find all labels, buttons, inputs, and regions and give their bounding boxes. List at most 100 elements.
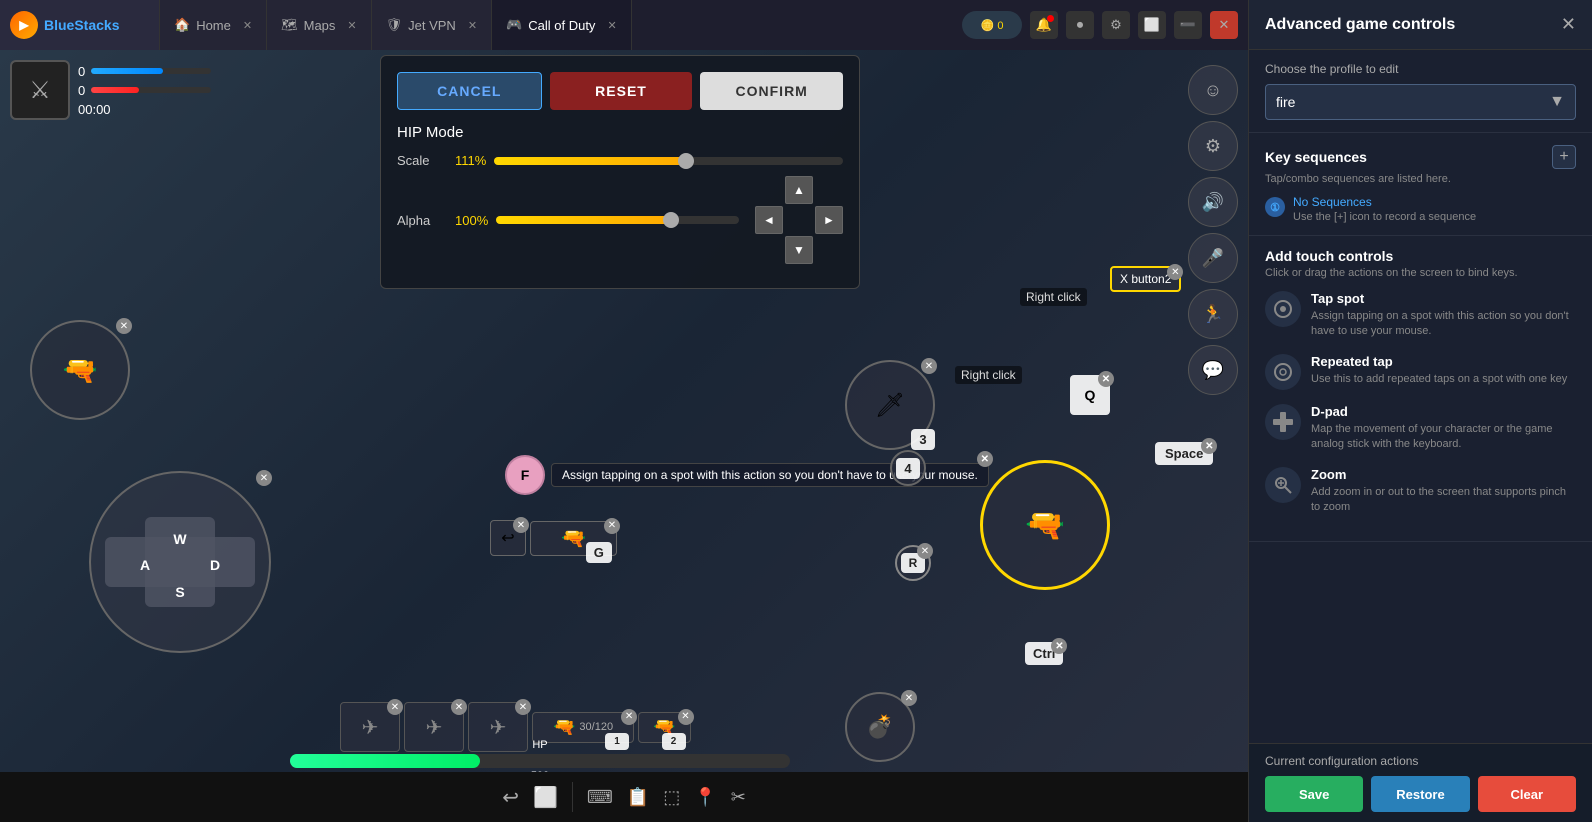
repeated-tap-icon bbox=[1265, 354, 1301, 390]
cancel-button[interactable]: CANCEL bbox=[397, 72, 542, 110]
app-logo: ▶ BlueStacks bbox=[0, 0, 160, 50]
expand-button[interactable]: ⬚ bbox=[663, 787, 680, 808]
key-4-container: 4 bbox=[890, 450, 926, 486]
swap-icon[interactable]: ↩ ✕ bbox=[490, 520, 526, 556]
dpad-left[interactable]: ◄ bbox=[755, 206, 783, 234]
tap-spot-info: Tap spot Assign tapping on a spot with t… bbox=[1311, 291, 1576, 340]
slot-2-close[interactable]: ✕ bbox=[678, 709, 694, 725]
scale-value: 111% bbox=[455, 153, 486, 168]
home-tab-close[interactable]: ✕ bbox=[243, 19, 252, 32]
ctrl-close[interactable]: ✕ bbox=[1051, 638, 1067, 654]
zoom-item[interactable]: Zoom Add zoom in or out to the screen th… bbox=[1265, 467, 1576, 516]
r-button[interactable]: R ✕ bbox=[895, 545, 931, 581]
rp-title: Advanced game controls bbox=[1265, 16, 1455, 34]
alpha-slider[interactable] bbox=[496, 216, 739, 224]
swap-close[interactable]: ✕ bbox=[513, 517, 529, 533]
scale-slider[interactable] bbox=[494, 157, 843, 165]
reset-button[interactable]: RESET bbox=[550, 72, 693, 110]
f-button[interactable]: F ✕ bbox=[505, 455, 545, 495]
home-button[interactable]: ⬜ bbox=[533, 785, 558, 810]
chat-button[interactable]: 💬 bbox=[1188, 345, 1238, 395]
cod-tab-icon: 🎮 bbox=[506, 17, 522, 33]
copy-button[interactable]: 📋 bbox=[627, 787, 649, 808]
fire-button-highlighted[interactable]: 🔫 bbox=[980, 460, 1110, 590]
x-button2-close[interactable]: ✕ bbox=[1167, 264, 1183, 280]
smiley-button[interactable]: ☺ bbox=[1188, 65, 1238, 115]
title-bar: ▶ BlueStacks 🏠 Home ✕ 🗺 Maps ✕ 🛡 Jet VPN… bbox=[0, 0, 1248, 50]
tap-spot-item[interactable]: Tap spot Assign tapping on a spot with t… bbox=[1265, 291, 1576, 340]
x-button2-label[interactable]: X button2 ✕ bbox=[1110, 266, 1181, 292]
record-button[interactable]: ⏺ bbox=[1066, 11, 1094, 39]
settings-hud-button[interactable]: ⚙ bbox=[1188, 121, 1238, 171]
space-close[interactable]: ✕ bbox=[1201, 438, 1217, 454]
q-button[interactable]: Q ✕ bbox=[1070, 375, 1110, 415]
settings-button[interactable]: ⚙ bbox=[1102, 11, 1130, 39]
modal-title: HIP Mode bbox=[397, 124, 843, 141]
add-sequence-button[interactable]: + bbox=[1552, 145, 1576, 169]
tab-maps[interactable]: 🗺 Maps ✕ bbox=[267, 0, 372, 50]
clear-button[interactable]: Clear bbox=[1478, 776, 1576, 812]
profile-arrow-icon: ▼ bbox=[1549, 93, 1565, 111]
dpad-right[interactable]: ► bbox=[815, 206, 843, 234]
key-seq-sub: Tap/combo sequences are listed here. bbox=[1265, 173, 1576, 185]
profile-dropdown[interactable]: fire ▼ bbox=[1265, 84, 1576, 120]
dpad-item[interactable]: D-pad Map the movement of your character… bbox=[1265, 404, 1576, 453]
grenade-close[interactable]: ✕ bbox=[901, 690, 917, 706]
tab-jetvpn[interactable]: 🛡 Jet VPN ✕ bbox=[372, 0, 492, 50]
wasd-close[interactable]: ✕ bbox=[256, 470, 272, 486]
weapon-slot-2[interactable]: 🔫 ✕ 2 bbox=[638, 712, 690, 743]
scissors-button[interactable]: ✂ bbox=[731, 787, 746, 808]
keyboard-button[interactable]: ⌨ bbox=[587, 787, 613, 808]
space-button[interactable]: Space ✕ bbox=[1155, 442, 1213, 465]
restore-button[interactable]: ⬜ bbox=[1138, 11, 1166, 39]
mic-button[interactable]: 🎤 bbox=[1188, 233, 1238, 283]
g-weapon-display[interactable]: 🔫 ✕ G bbox=[530, 521, 617, 556]
team-emblem: ⚔ bbox=[10, 60, 70, 120]
restore-button[interactable]: Restore bbox=[1371, 776, 1469, 812]
ammo-close[interactable]: ✕ bbox=[621, 709, 637, 725]
slot-b-close[interactable]: ✕ bbox=[451, 699, 467, 715]
tab-home[interactable]: 🏠 Home ✕ bbox=[160, 0, 267, 50]
audio-button[interactable]: 🔊 bbox=[1188, 177, 1238, 227]
ctrl-button[interactable]: Ctrl ✕ bbox=[1025, 642, 1063, 665]
save-button[interactable]: Save bbox=[1265, 776, 1363, 812]
back-button[interactable]: ↩ bbox=[502, 785, 519, 810]
minimize-button[interactable]: ➖ bbox=[1174, 11, 1202, 39]
svg-text:W: W bbox=[173, 531, 187, 547]
svg-text:A: A bbox=[140, 557, 150, 573]
weapon-icon-1[interactable]: 🔫 ✕ bbox=[30, 320, 130, 420]
slot-c-close[interactable]: ✕ bbox=[515, 699, 531, 715]
weapon-close[interactable]: ✕ bbox=[116, 318, 132, 334]
f-close[interactable]: ✕ bbox=[977, 451, 993, 467]
cod-tab-close[interactable]: ✕ bbox=[607, 19, 616, 32]
svg-text:S: S bbox=[175, 584, 184, 600]
jetvpn-tab-close[interactable]: ✕ bbox=[468, 19, 477, 32]
repeated-tap-item[interactable]: Repeated tap Use this to add repeated ta… bbox=[1265, 354, 1576, 390]
r-close[interactable]: ✕ bbox=[917, 543, 933, 559]
score-right: 0 bbox=[78, 83, 85, 98]
location-button[interactable]: 📍 bbox=[694, 787, 716, 808]
slot-a-close[interactable]: ✕ bbox=[387, 699, 403, 715]
confirm-button[interactable]: CONFIRM bbox=[700, 72, 843, 110]
maps-tab-close[interactable]: ✕ bbox=[347, 19, 356, 32]
key-4-button[interactable]: 4 bbox=[890, 450, 926, 486]
touch-controls-section: Add touch controls Click or drag the act… bbox=[1249, 236, 1592, 542]
rp-close-button[interactable]: ✕ bbox=[1561, 14, 1576, 35]
dpad-control[interactable]: ▲ ◄ ► ▼ bbox=[755, 176, 843, 264]
ammo-display: 🔫 30/120 ✕ 1 bbox=[532, 712, 634, 743]
tabs-container: 🏠 Home ✕ 🗺 Maps ✕ 🛡 Jet VPN ✕ 🎮 Call of … bbox=[160, 0, 632, 50]
notifications-button[interactable]: 🔔 bbox=[1030, 11, 1058, 39]
grenade-button[interactable]: 💣 ✕ bbox=[845, 692, 915, 762]
dpad-down[interactable]: ▼ bbox=[785, 236, 813, 264]
knife-close[interactable]: ✕ bbox=[921, 358, 937, 374]
q-close[interactable]: ✕ bbox=[1098, 371, 1114, 387]
g-weapon-close[interactable]: ✕ bbox=[604, 518, 620, 534]
close-app-button[interactable]: ✕ bbox=[1210, 11, 1238, 39]
tab-callofduty[interactable]: 🎮 Call of Duty ✕ bbox=[492, 0, 632, 50]
run-button[interactable]: 🏃 bbox=[1188, 289, 1238, 339]
maps-tab-label: Maps bbox=[304, 18, 336, 33]
dpad-up[interactable]: ▲ bbox=[785, 176, 813, 204]
scale-label: Scale bbox=[397, 153, 447, 168]
tap-spot-desc: Assign tapping on a spot with this actio… bbox=[1311, 309, 1576, 340]
scale-row: Scale 111% bbox=[397, 153, 843, 168]
